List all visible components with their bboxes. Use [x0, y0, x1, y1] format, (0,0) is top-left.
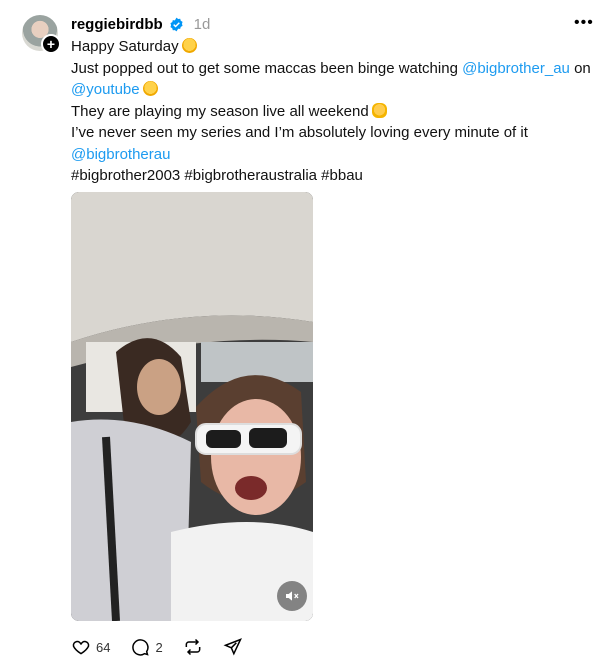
text-line: Just popped out to get some maccas been …: [71, 59, 591, 77]
text-line: I’ve never seen my series and I’m absolu…: [71, 124, 528, 141]
reply-button[interactable]: 2: [130, 637, 163, 657]
post-time: 1d: [193, 15, 211, 33]
post-body: Happy Saturday Just popped out to get so…: [71, 36, 591, 187]
hug-emoji: [142, 81, 158, 96]
action-bar: 64 2: [71, 637, 263, 657]
repost-button[interactable]: [183, 637, 203, 657]
username[interactable]: reggiebirdbb: [71, 16, 163, 33]
text-line: Happy Saturday: [71, 36, 591, 58]
share-icon: [223, 638, 242, 656]
mention-link[interactable]: @bigbrother_au: [462, 60, 570, 77]
ok-hand-emoji: [371, 102, 387, 118]
video-thumbnail[interactable]: [71, 192, 313, 621]
repost-icon: [185, 638, 201, 656]
mention-link[interactable]: @youtube: [71, 81, 140, 98]
heart-icon: [72, 640, 90, 655]
like-button[interactable]: 64: [71, 637, 110, 657]
hug-emoji: [181, 38, 197, 53]
post-header: reggiebirdbb 1d: [71, 14, 210, 34]
like-count: 64: [96, 639, 111, 655]
comment-icon: [132, 639, 150, 656]
follow-plus-icon[interactable]: +: [41, 34, 61, 54]
hashtags: #bigbrother2003 #bigbrotheraustralia #bb…: [71, 167, 363, 184]
text-line: @bigbrotherau: [71, 144, 591, 166]
mention-link[interactable]: @bigbrotherau: [71, 146, 170, 163]
text-line: They are playing my season live all week…: [71, 101, 591, 123]
verified-icon: [170, 17, 183, 31]
text-line: @youtube: [71, 79, 591, 101]
mute-icon[interactable]: [277, 581, 307, 611]
more-icon[interactable]: •••: [574, 14, 594, 32]
share-button[interactable]: [223, 637, 243, 657]
video-frame: [71, 192, 313, 621]
avatar[interactable]: +: [22, 15, 61, 54]
reply-count: 2: [155, 639, 163, 655]
